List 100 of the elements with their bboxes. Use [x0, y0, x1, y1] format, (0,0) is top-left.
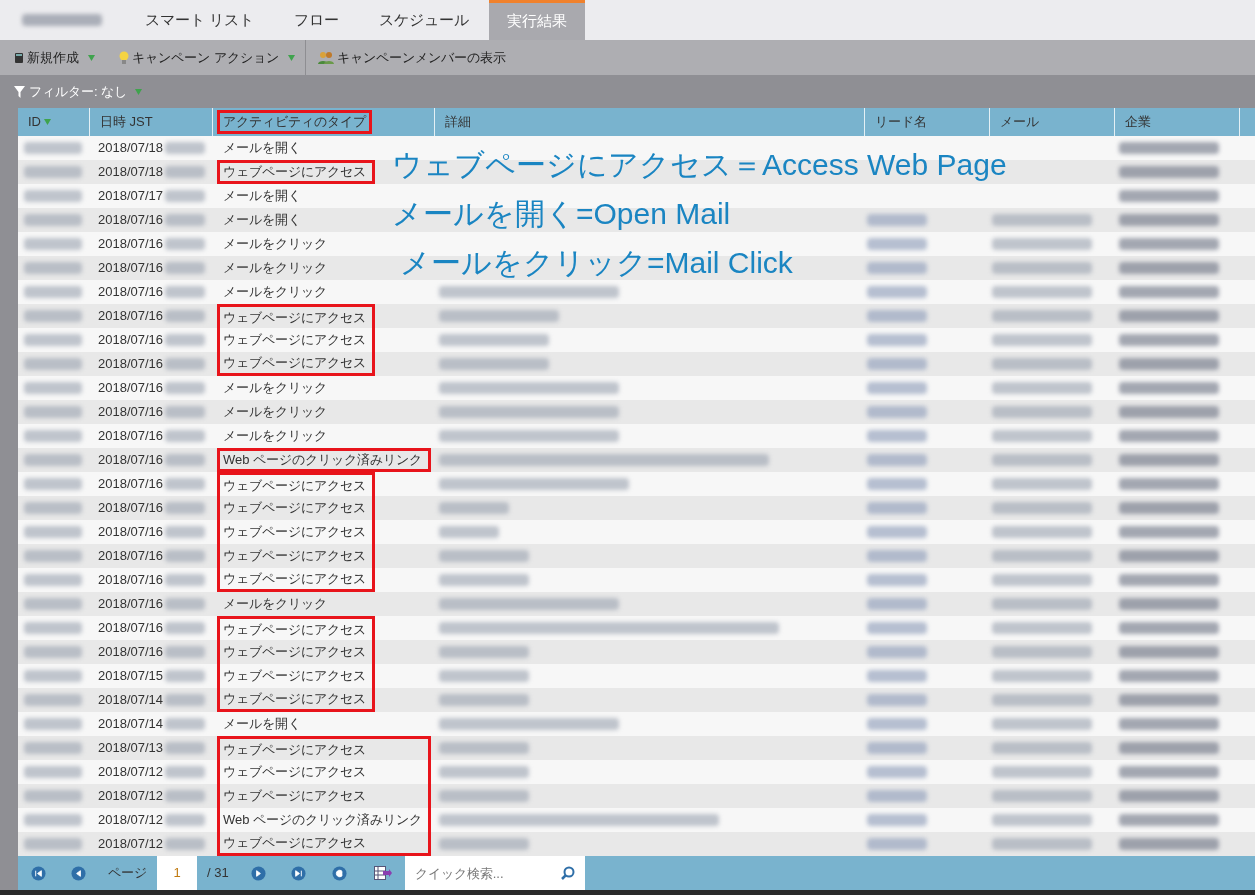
date-text: 2018/07/12: [98, 811, 164, 830]
activity-type-cell-text: メールをクリック: [222, 235, 328, 254]
activity-type-cell: ウェブページにアクセス: [217, 472, 375, 496]
blurred-text: [165, 742, 206, 754]
date-text: 2018/07/16: [98, 451, 164, 470]
date-text: 2018/07/16: [98, 643, 164, 662]
blurred-text: [867, 670, 927, 682]
date-text: 2018/07/16: [98, 523, 164, 542]
activity-type-cell: ウェブページにアクセス: [217, 736, 432, 760]
blurred-text: [165, 286, 206, 298]
date-text: 2018/07/17: [98, 187, 164, 206]
tab[interactable]: スマート リスト: [125, 0, 275, 40]
activity-type-cell: Web ページのクリック済みリンク: [217, 448, 432, 472]
blurred-text: [24, 550, 82, 562]
activity-type-cell: ウェブページにアクセス: [217, 784, 432, 808]
column-header[interactable]: リード名: [869, 110, 933, 134]
page-input[interactable]: 1: [157, 856, 197, 890]
search-icon[interactable]: [560, 866, 575, 880]
date-text: 2018/07/18: [98, 163, 164, 182]
activity-type-cell: ウェブページにアクセス: [217, 352, 375, 376]
blurred-text: [165, 718, 206, 730]
next-page-icon[interactable]: [251, 865, 267, 881]
blurred-text: [24, 214, 82, 226]
activity-type-cell-text: メールをクリック: [222, 283, 328, 302]
activity-type-cell-text: メールを開く: [222, 211, 302, 230]
date-text: 2018/07/13: [98, 739, 164, 758]
blurred-text: [24, 406, 82, 418]
blurred-text: [24, 142, 82, 154]
blurred-text: [24, 694, 82, 706]
date-text: 2018/07/18: [98, 139, 164, 158]
activity-type-cell: ウェブページにアクセス: [217, 544, 375, 568]
export-icon[interactable]: [373, 866, 392, 880]
blurred-text: [165, 574, 206, 586]
quick-search-field[interactable]: クイック検索...: [404, 856, 585, 890]
date-text: 2018/07/16: [98, 355, 164, 374]
blurred-text: [867, 454, 927, 466]
blurred-text: [24, 622, 82, 634]
blurred-text: [24, 790, 82, 802]
date-text: 2018/07/16: [98, 403, 164, 422]
activity-type-cell-text: メールを開く: [222, 187, 302, 206]
blurred-text: [24, 598, 82, 610]
activity-type-cell-text: メールをクリック: [222, 379, 328, 398]
column-header[interactable]: アクティビティのタイプ: [217, 110, 372, 134]
blurred-text: [867, 430, 927, 442]
blurred-text: [165, 766, 206, 778]
blurred-text: [165, 430, 206, 442]
previous-page-icon[interactable]: [70, 865, 86, 881]
blurred-text: [165, 166, 206, 178]
blurred-text: [24, 262, 82, 274]
date-text: 2018/07/16: [98, 499, 164, 518]
blurred-text: [24, 502, 82, 514]
blurred-text: [165, 814, 206, 826]
blurred-text: [24, 190, 82, 202]
activity-type-cell: ウェブページにアクセス: [217, 616, 375, 640]
tab[interactable]: フロー: [274, 0, 360, 40]
blurred-text: [24, 574, 82, 586]
blurred-text: [867, 406, 927, 418]
blurred-text: [867, 358, 927, 370]
toolbar-button[interactable]: キャンペーン アクション: [119, 47, 295, 68]
date-text: 2018/07/16: [98, 235, 164, 254]
blurred-text: [867, 766, 927, 778]
blurred-text: [867, 814, 927, 826]
date-text: 2018/07/16: [98, 571, 164, 590]
blurred-text: [867, 694, 927, 706]
blurred-text: [165, 262, 206, 274]
date-text: 2018/07/16: [98, 619, 164, 638]
tab[interactable]: スケジュール: [359, 0, 490, 40]
blurred-text: [165, 646, 206, 658]
activity-type-cell: ウェブページにアクセス: [217, 496, 375, 520]
date-text: 2018/07/12: [98, 835, 164, 854]
blurred-text: [165, 790, 206, 802]
blurred-text: [165, 838, 206, 850]
column-header[interactable]: 詳細: [439, 110, 477, 134]
activity-type-cell: ウェブページにアクセス: [217, 160, 375, 184]
blurred-text: [24, 334, 82, 346]
annotation-text: ウェブページにアクセス＝Access Web Page: [392, 147, 1007, 183]
first-page-icon[interactable]: [30, 865, 46, 881]
date-text: 2018/07/12: [98, 787, 164, 806]
column-header[interactable]: メール: [994, 110, 1045, 134]
blurred-text: [867, 718, 927, 730]
blurred-text: [165, 142, 206, 154]
column-header[interactable]: ID: [22, 110, 57, 134]
toolbar-button[interactable]: キャンペーンメンバーの表示: [317, 47, 506, 68]
caret-icon: [44, 119, 51, 125]
blurred-text: [24, 358, 82, 370]
date-text: 2018/07/16: [98, 307, 164, 326]
column-header[interactable]: 企業: [1119, 110, 1157, 134]
date-text: 2018/07/16: [98, 379, 164, 398]
last-page-icon[interactable]: [291, 865, 307, 881]
blurred-text: [867, 286, 927, 298]
filter-button[interactable]: フィルター: なし: [29, 81, 128, 102]
toolbar-button[interactable]: 新規作成: [14, 47, 95, 68]
column-header[interactable]: 日時 JST: [94, 110, 159, 134]
blurred-text: [867, 622, 927, 634]
activity-type-cell-text: メールをクリック: [222, 403, 328, 422]
page-label: ページ: [107, 864, 148, 883]
blurred-text: [165, 622, 206, 634]
blurred-text: [165, 502, 206, 514]
annotation-text: メールを開く=Open Mail: [392, 196, 731, 232]
date-text: 2018/07/16: [98, 427, 164, 446]
